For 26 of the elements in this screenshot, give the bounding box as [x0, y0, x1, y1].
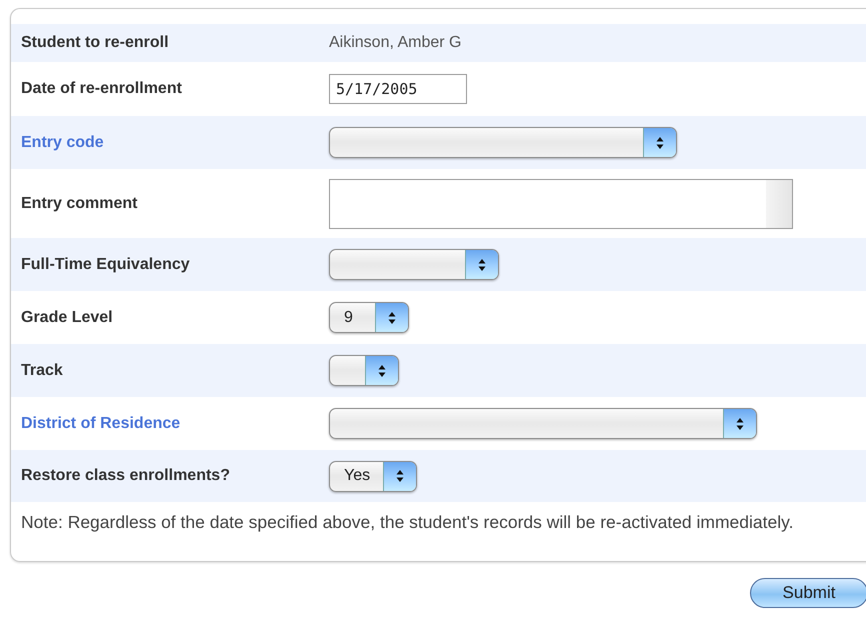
stepper-icon [736, 416, 744, 430]
field-link[interactable]: Entry code [11, 134, 329, 152]
dropdown[interactable] [329, 355, 399, 386]
student-name: Aikinson, Amber G [329, 34, 462, 52]
date-field[interactable]: 5/17/2005 [329, 74, 467, 104]
note-text: Note: Regardless of the date specified above, the student's records will be re-activated immediately. [21, 512, 794, 533]
stepper-icon [656, 136, 664, 150]
field-label: Full-Time Equivalency [20, 256, 191, 274]
stepper-icon [378, 364, 386, 378]
dropdown[interactable]: Yes [329, 460, 417, 492]
field-label: Date of re-enrollment [20, 80, 183, 98]
dropdown[interactable] [329, 408, 757, 439]
dropdown[interactable]: 9 [329, 302, 409, 333]
stepper-icon [388, 310, 396, 324]
field-label: Track [20, 362, 64, 380]
field-label: Grade Level [20, 308, 114, 326]
submit-button[interactable]: Submit [750, 578, 866, 608]
dropdown[interactable] [329, 249, 499, 280]
stepper-icon [478, 258, 486, 272]
field-label: Restore class enrollments? [20, 467, 231, 485]
comment-field[interactable] [329, 178, 793, 228]
field-label: Student to re-enroll [20, 34, 170, 52]
stepper-icon [396, 469, 404, 483]
dropdown[interactable] [329, 127, 677, 158]
field-link[interactable]: District of Residence [11, 414, 329, 432]
field-label: Entry comment [20, 194, 138, 212]
